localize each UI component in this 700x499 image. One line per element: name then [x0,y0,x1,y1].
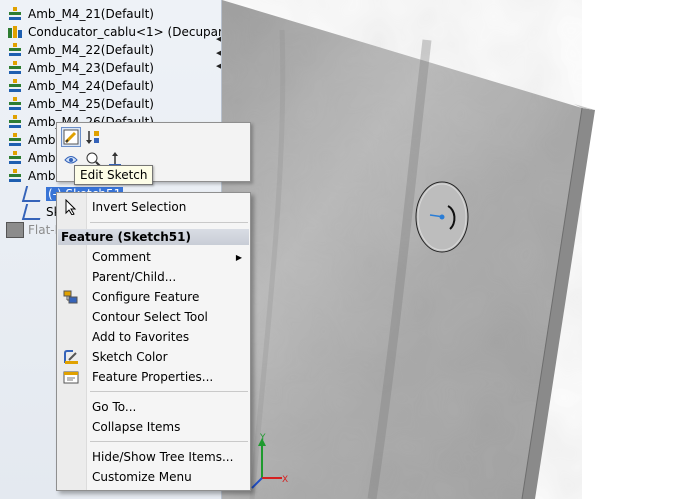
menu-item-hide-show-tree-items[interactable]: Hide/Show Tree Items... [57,447,250,467]
tree-item[interactable]: Conducator_cablu<1> (Decupare M [0,23,221,41]
part-icon [6,6,24,22]
tree-item-label: Amb [28,133,56,147]
sort-button[interactable] [83,127,103,147]
part-icon [6,168,24,184]
part-icon [6,78,24,94]
part-icon [6,132,24,148]
feature-properties-icon [63,371,79,384]
sheet-metal-plate: Y X [222,0,595,499]
menu-item-configure-feature[interactable]: Configure Feature [57,287,250,307]
tree-item[interactable]: Amb [0,167,56,185]
configure-feature-icon [63,290,78,304]
menu-item-label: Configure Feature [92,290,200,304]
menu-item-comment[interactable]: Comment ▶ [57,247,250,267]
menu-item-customize-menu[interactable]: Customize Menu [57,467,250,487]
menu-item-label: Add to Favorites [92,330,190,344]
tree-item[interactable]: Flat-P [0,221,62,239]
tree-item-label: Amb_M4_22(Default) [28,43,154,57]
tree-item[interactable]: Amb_M4_21(Default) [0,5,154,23]
menu-item-label: Invert Selection [92,200,187,214]
edit-sketch-icon [63,129,79,145]
menu-item-label: Customize Menu [92,470,192,484]
menu-item-label: Go To... [92,400,137,414]
part-icon [6,96,24,112]
menu-separator [90,391,248,392]
menu-section-header: Feature (Sketch51) [58,229,249,245]
sort-icon [86,131,99,144]
menu-item-go-to[interactable]: Go To... [57,397,250,417]
menu-separator [90,441,248,442]
part-icon [6,150,24,166]
menu-item-label: Collapse Items [92,420,181,434]
tree-item-label: Amb_M4_21(Default) [28,7,154,21]
triad-x-label: X [282,475,288,485]
tree-item[interactable]: Sk [18,203,61,221]
tree-item[interactable]: Amb [0,149,56,167]
tree-item-label: Amb_M4_24(Default) [28,79,154,93]
menu-item-label: Contour Select Tool [92,310,208,324]
tree-item-label: Amb_M4_25(Default) [28,97,154,111]
tree-item-label: Amb_M4_23(Default) [28,61,154,75]
menu-item-collapse-items[interactable]: Collapse Items [57,417,250,437]
menu-item-label: Sketch Color [92,350,168,364]
menu-item-parent-child[interactable]: Parent/Child... [57,267,250,287]
tree-item[interactable]: Amb_M4_23(Default) [0,59,154,77]
part-icon [6,114,24,130]
tree-item[interactable]: Amb_M4_24(Default) [0,77,154,95]
menu-item-contour-select-tool[interactable]: Contour Select Tool [57,307,250,327]
part-icon [6,60,24,76]
menu-item-sketch-color[interactable]: Sketch Color [57,347,250,367]
menu-item-label: Feature Properties... [92,370,214,384]
menu-item-feature-properties[interactable]: Feature Properties... [57,367,250,387]
triad-y-label: Y [259,433,266,443]
menu-separator [90,222,248,223]
menu-item-invert-selection[interactable]: Invert Selection [57,197,250,217]
cursor-arrow-icon [65,199,77,215]
flat-pattern-icon [6,222,24,238]
sketch-icon [21,204,45,220]
sketch-icon [21,186,45,202]
tree-item-label: Amb [28,151,56,165]
graphics-area[interactable]: Y X [222,0,700,499]
tree-item[interactable]: Amb [0,131,56,149]
submenu-arrow-icon: ▶ [235,252,242,262]
edit-sketch-button[interactable] [61,127,81,147]
tree-item[interactable]: Amb_M4_22(Default) [0,41,154,59]
menu-item-label: Hide/Show Tree Items... [92,450,234,464]
menu-item-label: Parent/Child... [92,270,177,284]
sketch-color-icon [64,350,78,364]
tooltip: Edit Sketch [74,165,154,185]
tree-item[interactable]: Amb_M4_25(Default) [0,95,154,113]
assembly-icon [6,24,24,40]
tree-item-label: Amb [28,169,56,183]
context-menu: Invert Selection Feature (Sketch51) Comm… [56,192,251,491]
menu-item-label: Comment [92,250,151,264]
part-icon [6,42,24,58]
menu-item-add-to-favorites[interactable]: Add to Favorites [57,327,250,347]
tree-item-label: Conducator_cablu<1> (Decupare M [28,25,221,39]
